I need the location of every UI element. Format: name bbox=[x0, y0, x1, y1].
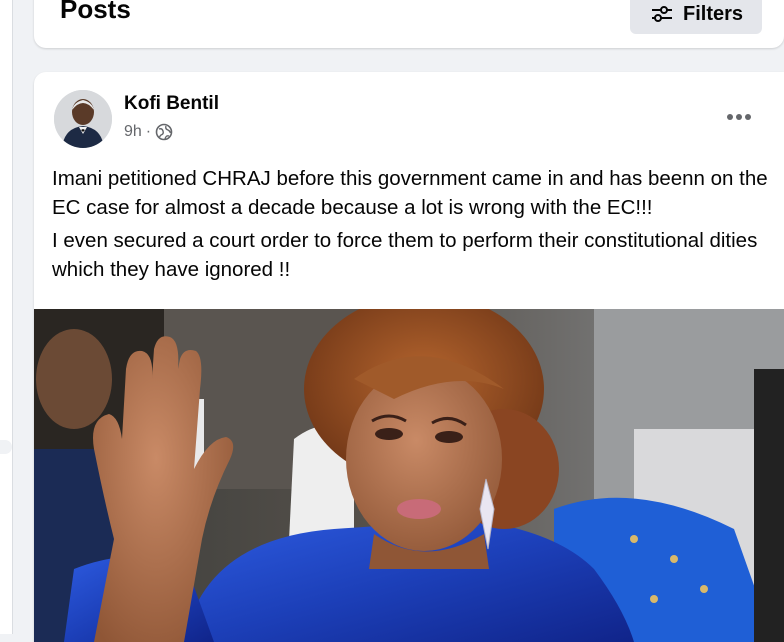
post-card: Kofi Bentil 9h · Imani petitioned CHRAJ … bbox=[34, 72, 784, 642]
avatar[interactable] bbox=[54, 90, 112, 148]
post-body: Imani petitioned CHRAJ before this gover… bbox=[52, 164, 772, 288]
left-panel-edge bbox=[0, 0, 13, 634]
more-options-button[interactable] bbox=[720, 102, 758, 132]
post-author[interactable]: Kofi Bentil bbox=[124, 93, 219, 115]
filters-label: Filters bbox=[682, 2, 744, 25]
post-time[interactable]: 9h bbox=[124, 123, 142, 141]
globe-icon bbox=[155, 123, 173, 141]
post-photo[interactable] bbox=[34, 309, 784, 642]
post-paragraph: Imani petitioned CHRAJ before this gover… bbox=[52, 167, 768, 219]
sliders-icon bbox=[651, 6, 672, 22]
posts-title: Posts bbox=[60, 0, 131, 24]
post-paragraph: I even secured a court order to force th… bbox=[52, 229, 758, 281]
post-meta: 9h · bbox=[124, 123, 173, 141]
photo-image bbox=[34, 309, 784, 642]
posts-header-card: Posts Filters bbox=[34, 0, 784, 48]
avatar-image bbox=[54, 90, 112, 148]
filters-button[interactable]: Filters bbox=[630, 0, 762, 34]
panel-divider bbox=[0, 440, 12, 454]
meta-separator: · bbox=[145, 123, 152, 140]
more-horizontal-icon bbox=[727, 114, 751, 120]
